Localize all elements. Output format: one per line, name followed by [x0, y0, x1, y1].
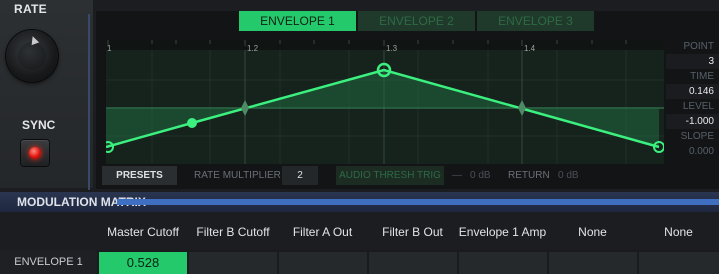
point-readout-panel: POINT 3 TIME 0.146 LEVEL -1.000 SLOPE 0.… — [666, 40, 719, 164]
sync-label: SYNC — [22, 118, 56, 132]
rate-multiplier-label: RATE MULTIPLIER — [194, 170, 281, 181]
envelope-options-bar: PRESETS RATE MULTIPLIER 2 AUDIO THRESH T… — [96, 166, 719, 186]
threshold-dash: — — [452, 170, 462, 181]
envelope-display: ENVELOPE 1 ENVELOPE 2 ENVELOPE 3 1 1.2 1… — [96, 11, 719, 189]
destination-header-5[interactable]: Envelope 1 Amp — [458, 214, 547, 250]
modulation-cell-6[interactable] — [549, 252, 637, 274]
level-value[interactable]: -1.000 — [666, 114, 719, 129]
level-label: LEVEL — [682, 101, 714, 112]
rate-multiplier-field[interactable]: 2 — [282, 166, 318, 185]
slope-label: SLOPE — [680, 131, 714, 142]
panel-divider — [88, 14, 90, 190]
slope-value[interactable]: 0.000 — [666, 144, 719, 159]
tab-envelope-3[interactable]: ENVELOPE 3 — [477, 11, 594, 31]
ruler-label-1: 1 — [107, 44, 112, 53]
modulation-cell-2[interactable] — [189, 252, 277, 274]
destination-header-3[interactable]: Filter A Out — [278, 214, 367, 250]
rate-knob-cap — [18, 42, 46, 70]
destination-header-6[interactable]: None — [548, 214, 637, 250]
presets-button[interactable]: PRESETS — [102, 166, 177, 185]
envelope-graph-svg: 1 1.2 1.3 1.4 — [106, 40, 664, 164]
modulation-destinations: Master Cutoff Filter B Cutoff Filter A O… — [98, 214, 719, 250]
slope-handle-1[interactable] — [241, 100, 249, 116]
ruler-label-1-2: 1.2 — [247, 44, 259, 53]
rate-knob[interactable] — [6, 30, 58, 82]
modulation-cell-4[interactable] — [369, 252, 457, 274]
modulation-source-label: ENVELOPE 1 — [0, 250, 97, 274]
destination-header-7[interactable]: None — [638, 214, 719, 250]
destination-header-2[interactable]: Filter B Cutoff — [189, 214, 277, 250]
sync-led-icon — [29, 147, 41, 159]
modulation-cell-7[interactable] — [639, 252, 719, 274]
envelope-graph[interactable]: 1 1.2 1.3 1.4 — [106, 40, 664, 164]
return-label: RETURN — [508, 170, 550, 181]
envelope-point-2[interactable] — [187, 118, 197, 128]
modulation-row-envelope-1: ENVELOPE 1 0.528 — [0, 250, 719, 274]
modulation-matrix-header: MODULATION MATRIX — [0, 192, 719, 212]
tab-envelope-2[interactable]: ENVELOPE 2 — [358, 11, 475, 31]
point-label: POINT — [683, 41, 714, 52]
time-label: TIME — [690, 71, 714, 82]
envelope-tabs: ENVELOPE 1 ENVELOPE 2 ENVELOPE 3 — [239, 11, 596, 31]
tab-envelope-1[interactable]: ENVELOPE 1 — [239, 11, 356, 31]
ruler-label-1-4: 1.4 — [524, 44, 536, 53]
point-value[interactable]: 3 — [666, 54, 719, 69]
ruler-label-1-3: 1.3 — [386, 44, 398, 53]
destination-header-4[interactable]: Filter B Out — [368, 214, 457, 250]
modulation-cell-3[interactable] — [279, 252, 367, 274]
sync-button[interactable] — [21, 140, 49, 166]
return-value[interactable]: 0 dB — [558, 166, 579, 185]
audio-thresh-trig-button[interactable]: AUDIO THRESH TRIG — [336, 166, 444, 185]
destination-header-1[interactable]: Master Cutoff — [98, 214, 188, 250]
modulation-matrix-stripe — [117, 199, 719, 205]
time-value[interactable]: 0.146 — [666, 84, 719, 99]
modulation-cell-5[interactable] — [459, 252, 547, 274]
threshold-value[interactable]: 0 dB — [470, 166, 491, 185]
modulation-cell-1[interactable]: 0.528 — [99, 252, 187, 274]
rate-sync-panel: RATE SYNC — [0, 0, 93, 188]
rate-label: RATE — [14, 2, 47, 16]
slope-handle-2[interactable] — [518, 100, 526, 116]
